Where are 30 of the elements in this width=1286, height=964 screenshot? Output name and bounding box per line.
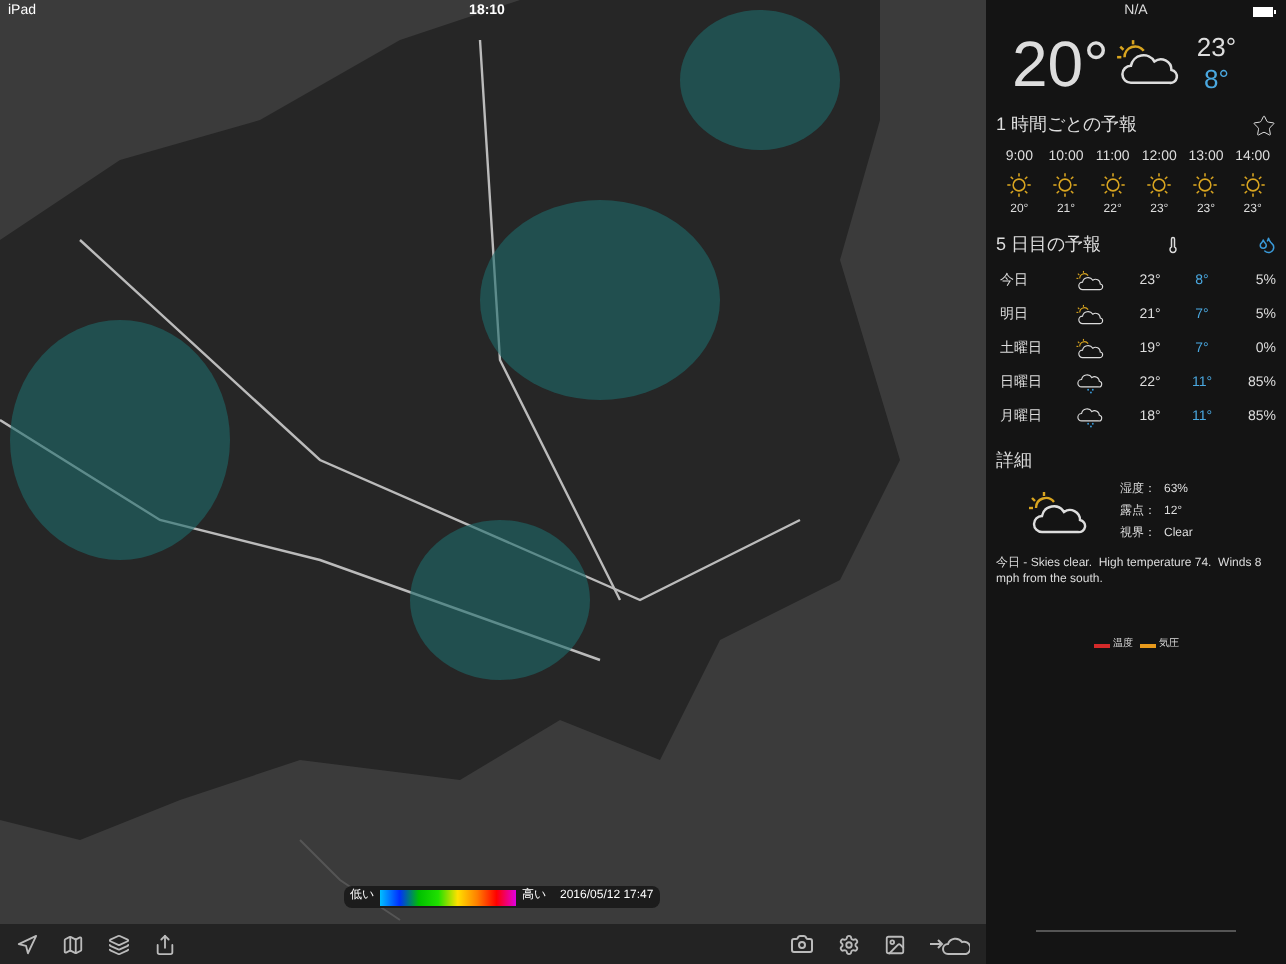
location-icon[interactable] <box>16 933 38 955</box>
sun-icon <box>1052 172 1079 198</box>
droplets-icon <box>1258 236 1276 255</box>
sun-icon <box>1006 172 1033 198</box>
image-icon[interactable] <box>884 933 906 955</box>
current-temperature: 20° <box>1012 32 1109 96</box>
section-title: 1 時間ごとの予報 <box>996 112 1138 138</box>
battery-icon <box>1252 6 1276 18</box>
share-icon[interactable] <box>154 933 176 955</box>
sun-cloud-icon <box>1076 338 1104 362</box>
thermometer-icon <box>1164 236 1182 255</box>
section-title: 5 日目の予報 <box>996 232 1104 258</box>
high-temperature: 23° <box>1196 31 1237 64</box>
sun-cloud-icon <box>1116 38 1181 90</box>
layers-icon[interactable] <box>108 933 130 955</box>
arrow-cloud-icon[interactable] <box>930 932 970 956</box>
map-icon[interactable] <box>62 933 84 955</box>
star-icon[interactable] <box>1252 113 1276 138</box>
camera-icon[interactable] <box>790 932 814 956</box>
sun-cloud-icon <box>1028 489 1088 537</box>
sun-icon <box>1099 172 1126 198</box>
sun-icon <box>1146 172 1173 198</box>
sun-icon <box>1192 172 1219 198</box>
sun-cloud-icon <box>1076 304 1104 328</box>
low-temperature: 8° <box>1204 64 1229 97</box>
sun-cloud-icon <box>1076 270 1104 294</box>
color-scale-bar <box>380 889 516 905</box>
settings-icon[interactable] <box>838 933 860 955</box>
section-title: 詳細 <box>996 447 1034 473</box>
sun-icon <box>1239 172 1266 198</box>
